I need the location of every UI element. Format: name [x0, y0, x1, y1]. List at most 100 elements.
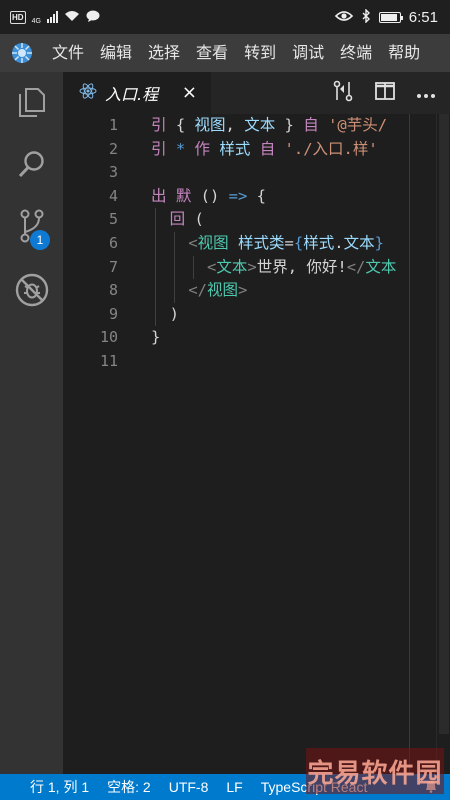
code-token: 视图 — [197, 233, 239, 252]
line-number: 3 — [108, 163, 118, 182]
code-token: 视图 — [207, 281, 239, 300]
indent-guide — [193, 255, 194, 280]
scrollbar-thumb[interactable] — [439, 114, 449, 734]
code-token: 引 — [151, 116, 176, 134]
code-token: 文本 — [365, 257, 397, 276]
menu-view[interactable]: 查看 — [188, 34, 236, 72]
code-token: } — [275, 116, 304, 134]
hd-indicator: HD — [10, 10, 26, 24]
code-token: 世界, 你好! — [256, 257, 347, 276]
code-token: 样式类 — [238, 233, 285, 252]
watermark: 完易软件园 — [306, 748, 444, 794]
indent-guide — [174, 279, 175, 303]
code-token: </ — [346, 257, 366, 276]
code-token: * — [175, 139, 195, 158]
split-editor-icon[interactable] — [374, 81, 396, 105]
line-number: 10 — [99, 328, 118, 347]
compare-changes-icon[interactable] — [332, 80, 354, 106]
code-line: 引 { 视图, 文本 } 自 '@芋头/ — [151, 114, 409, 138]
code-token: '@芋头/ — [328, 116, 388, 134]
end-of-line[interactable]: LF — [217, 779, 251, 795]
more-actions-icon[interactable] — [416, 84, 436, 103]
code-token: 引 — [151, 139, 176, 158]
code-token: < — [188, 233, 198, 252]
wifi-icon — [64, 10, 80, 25]
code-token: './入口.样' — [284, 139, 378, 158]
cursor-position[interactable]: 行 1, 列 1 — [0, 777, 98, 797]
code-token: 样式 — [303, 233, 335, 252]
menu-edit[interactable]: 编辑 — [92, 34, 140, 72]
line-number: 4 — [108, 186, 118, 205]
eye-icon — [334, 10, 353, 25]
code-token: 视图 — [194, 116, 226, 134]
encoding[interactable]: UTF-8 — [160, 779, 218, 795]
editor-tab-bar: 入口.程 × — [63, 72, 450, 114]
network-type: 4G — [31, 17, 41, 25]
line-number: 5 — [108, 210, 118, 229]
code-line: <视图 样式类={样式.文本} — [151, 231, 409, 256]
code-token: } — [374, 233, 384, 252]
indent-guide — [155, 208, 156, 232]
code-line: ) — [151, 302, 409, 327]
line-number: 8 — [108, 281, 118, 300]
code-token: 自 — [303, 116, 329, 134]
message-icon — [86, 10, 100, 25]
code-line: 引 * 作 样式 自 './入口.样' — [151, 138, 409, 162]
menu-file[interactable]: 文件 — [44, 34, 92, 72]
code-token: 作 — [194, 139, 220, 158]
code-token: 回 — [169, 210, 195, 229]
code-token: , — [225, 116, 245, 134]
tab-close-button[interactable]: × — [182, 84, 197, 102]
indentation[interactable]: 空格: 2 — [98, 777, 160, 797]
code-token: ( — [194, 210, 204, 229]
indent-guide — [155, 231, 156, 256]
indent-guide — [174, 255, 175, 280]
battery-icon — [378, 11, 403, 23]
code-editor[interactable]: 1 2 3 4 5 6 7 8 9 10 11 引 { 视图, 文本 } 自 '@芋头/引 * 作 … — [63, 114, 450, 774]
menu-help[interactable]: 帮助 — [380, 34, 428, 72]
code-token: > — [247, 257, 257, 276]
code-token: 出 默 — [151, 186, 201, 205]
code-token: . — [334, 233, 344, 252]
menu-go[interactable]: 转到 — [236, 34, 284, 72]
react-file-icon — [79, 82, 97, 104]
indent-guide — [174, 231, 175, 256]
code-line: <文本>世界, 你好!</文本 — [151, 255, 409, 280]
code-token: </ — [188, 281, 207, 300]
menu-selection[interactable]: 选择 — [140, 34, 188, 72]
indent-guide — [155, 255, 156, 280]
explorer-icon[interactable] — [0, 72, 63, 132]
source-control-icon[interactable] — [0, 196, 63, 256]
line-number: 2 — [108, 139, 118, 158]
line-number: 9 — [108, 304, 118, 323]
code-area[interactable]: 引 { 视图, 文本 } 自 '@芋头/引 * 作 样式 自 './入口.样' 出… — [151, 114, 409, 374]
activity-bar: 1 — [0, 72, 63, 774]
menu-debug[interactable]: 调试 — [284, 34, 332, 72]
menu-terminal[interactable]: 终端 — [332, 34, 380, 72]
line-number: 7 — [108, 257, 118, 276]
editor-scrollbar[interactable] — [436, 114, 450, 774]
code-token: } — [151, 328, 161, 347]
indent-guide — [155, 302, 156, 327]
menu-bar: 文件 编辑 选择 查看 转到 调试 终端 帮助 — [0, 34, 450, 72]
code-token: = — [284, 233, 294, 252]
search-icon[interactable] — [0, 134, 63, 194]
line-number-gutter: 1 2 3 4 5 6 7 8 9 10 11 — [63, 114, 126, 374]
line-number: 6 — [108, 233, 118, 252]
system-status-bar: HD 4G 6:51 — [0, 0, 450, 34]
line-number: 11 — [99, 351, 118, 370]
code-token: { — [256, 186, 267, 205]
clock: 6:51 — [408, 8, 438, 26]
code-token: 自 — [259, 139, 285, 158]
code-token: 文本 — [244, 116, 276, 134]
extensions-icon[interactable] — [0, 260, 63, 320]
signal-icon — [46, 11, 58, 23]
code-token: { — [175, 116, 195, 134]
tab-entry-file[interactable]: 入口.程 × — [63, 72, 211, 114]
tab-actions — [332, 80, 450, 106]
